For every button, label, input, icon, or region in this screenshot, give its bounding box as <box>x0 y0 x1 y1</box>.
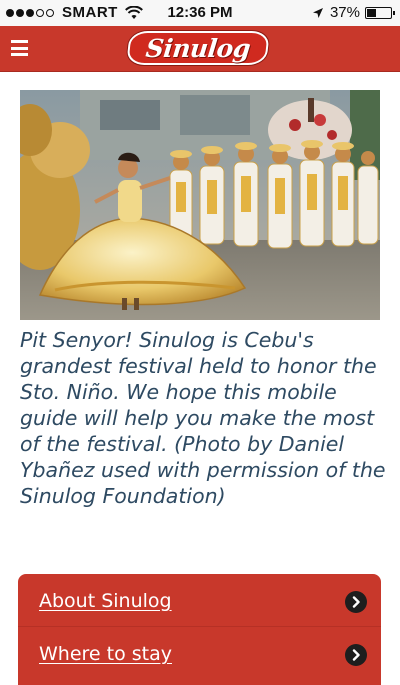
main-nav-list: About Sinulog Where to stay <box>18 574 381 685</box>
nav-item-label[interactable]: About Sinulog <box>39 590 172 612</box>
chevron-right-icon[interactable] <box>345 591 367 613</box>
battery-fill <box>367 8 377 17</box>
sinulog-logo[interactable]: Sinulog <box>126 31 270 65</box>
menu-icon[interactable] <box>11 40 28 56</box>
logo-text: Sinulog <box>144 33 252 63</box>
hero-photo <box>20 90 380 320</box>
battery-percent: 37% <box>329 4 360 21</box>
nav-item-where-to-stay[interactable]: Where to stay <box>18 626 381 678</box>
location-arrow-icon <box>312 7 323 18</box>
chevron-right-icon[interactable] <box>345 644 367 666</box>
status-bar: SMART 12:36 PM 37% <box>0 0 400 26</box>
festival-photo-icon <box>20 90 380 320</box>
nav-item-about-sinulog[interactable]: About Sinulog <box>18 574 381 626</box>
battery-icon <box>365 6 395 19</box>
intro-text: Pit Senyor! Sinulog is Cebu's grandest f… <box>20 328 386 508</box>
app-header: Sinulog <box>0 26 400 72</box>
nav-item-label[interactable]: Where to stay <box>39 643 172 665</box>
status-right: 37% <box>312 4 395 21</box>
